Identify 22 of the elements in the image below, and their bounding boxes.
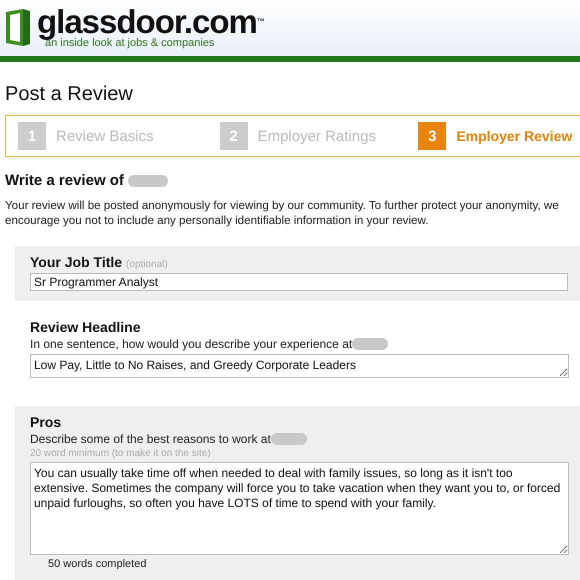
step-number: 3 (418, 122, 446, 150)
intro-text: Your review will be posted anonymously for viewing by our community. To further protect your anonymity, we encourage you not to include any personally identifiable information in your review. (5, 198, 560, 228)
step-label: Employer Review (456, 128, 572, 144)
field-label: Pros (30, 414, 62, 430)
field-hint: 20 word minimum (to make it on the site) (30, 448, 212, 459)
step-label: Employer Ratings (258, 128, 376, 144)
step-label: Review Basics (56, 128, 154, 144)
field-label: Your Job Title (30, 254, 122, 270)
field-label: Review Headline (30, 319, 140, 335)
headline-field[interactable]: Low Pay, Little to No Raises, and Greedy Corporate Leaders (30, 354, 569, 378)
job-title-field[interactable]: Sr Programmer Analyst (30, 273, 568, 291)
page-title: Post a Review (5, 82, 134, 106)
field-prompt: Describe some of the best reasons to work at (30, 432, 271, 446)
redaction-mark (352, 338, 388, 350)
redaction-mark (270, 433, 307, 445)
door-logo-icon (5, 8, 31, 48)
redaction-mark (128, 174, 168, 186)
optional-note: (optional) (126, 259, 168, 270)
pros-field[interactable]: You can usually take time off when needed to deal with family issues, so long as it isn't too extensive. Sometimes the company will force you to take vacation when they want you to, or forced unpaid furloughs, so often you have LOTS of time to spend with your family. (30, 462, 569, 555)
intro-heading: Write a review of (5, 172, 124, 189)
field-prompt: In one sentence, how would you describe your experience at (30, 337, 352, 351)
word-count: 50 words completed (48, 558, 148, 570)
